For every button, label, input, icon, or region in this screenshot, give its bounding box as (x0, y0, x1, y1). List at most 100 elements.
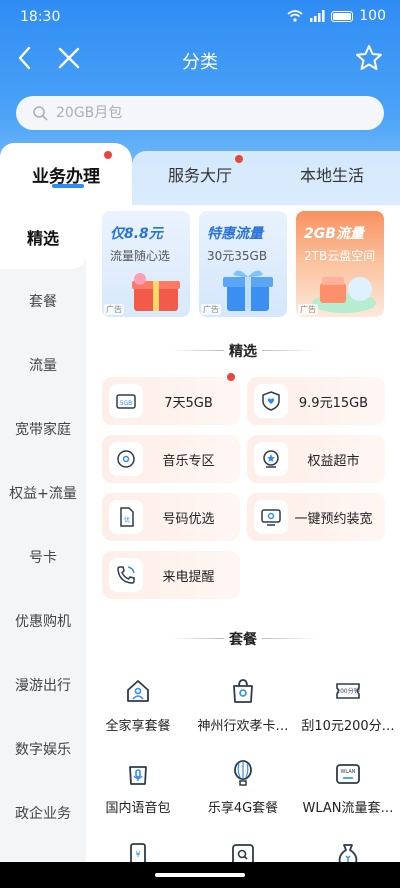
signal-icon (310, 10, 325, 22)
plan-item-wlan[interactable]: WLAN WLAN流量套… (296, 759, 400, 829)
5gb-card-icon: 5GB (109, 384, 143, 418)
featured-item-99-15gb[interactable]: 9.9元15GB (247, 377, 385, 425)
tab-local-life[interactable]: 本地生活 (282, 143, 382, 205)
banner-subtitle: 30元35GB (207, 249, 268, 263)
sidebar-item-sim-cards[interactable]: 号卡 (0, 525, 86, 589)
sidebar-item-broadband[interactable]: 宽带家庭 (0, 397, 86, 461)
star-box-icon (254, 442, 288, 476)
search-input[interactable] (56, 105, 336, 121)
banner-subtitle: 2TB云盘空间 (304, 249, 376, 263)
plan-item-voice[interactable]: 国内语音包 (86, 759, 190, 829)
svg-text:¥: ¥ (135, 850, 140, 859)
status-bar: 18:30 100 (0, 0, 400, 34)
music-disc-icon (109, 442, 143, 476)
phone-ring-icon (109, 558, 143, 592)
featured-item-label: 一键预约装宽 (294, 511, 373, 527)
header-background: 18:30 100 分类 业务办理 服务大厅 本地生活 (0, 0, 400, 205)
featured-item-benefits-market[interactable]: 权益超市 (247, 435, 385, 483)
ad-tag: 广告 (298, 304, 318, 315)
main-panel: 仅8.8元 流量随心选 广告 特惠流量 30元35GB 广告 2GB流量 2TB… (86, 205, 400, 869)
featured-item-music[interactable]: 音乐专区 (102, 435, 240, 483)
tab-business[interactable]: 业务办理 (0, 143, 132, 205)
banner-title: 仅8.8元 (110, 226, 163, 242)
cloud-mascot-illustration (312, 277, 376, 313)
featured-item-label: 音乐专区 (162, 453, 215, 469)
home-indicator-bar (0, 862, 400, 888)
wifi-icon (287, 10, 303, 22)
plans-section-title: 套餐 (86, 629, 400, 649)
gift-bag-icon (233, 679, 253, 703)
banner-cloud-storage[interactable]: 2GB流量 2TB云盘空间 广告 (296, 211, 384, 317)
ad-tag: 广告 (201, 304, 221, 315)
plan-item-shenzhouxing[interactable]: 神州行欢孝卡… (191, 677, 295, 747)
ad-tag: 广告 (104, 304, 124, 315)
plan-item-scratch[interactable]: 200分钟 刮10元200分… (296, 677, 400, 747)
tv-monitor-icon (254, 500, 288, 534)
tab-underline (52, 184, 84, 188)
sim-card-icon: 优 (109, 500, 143, 534)
featured-item-broadband-booking[interactable]: 一键预约装宽 (247, 493, 385, 541)
wlan-box-icon: WLAN (336, 764, 360, 784)
featured-item-call-reminder[interactable]: 来电提醒 (102, 551, 240, 599)
content-area: 精选 套餐 流量 宽带家庭 权益+流量 号卡 优惠购机 漫游出行 数字娱乐 政企… (0, 205, 400, 869)
sidebar-item-data[interactable]: 流量 (0, 333, 86, 397)
category-tabs: 业务办理 服务大厅 本地生活 (0, 143, 400, 205)
battery-level: 100 (359, 8, 386, 24)
sidebar-item-phone-deals[interactable]: 优惠购机 (0, 589, 86, 653)
search-bar[interactable] (16, 96, 384, 130)
ticket-icon: 200分钟 (336, 683, 360, 699)
plan-item-family[interactable]: 全家享套餐 (86, 677, 190, 747)
featured-item-dot (227, 373, 235, 381)
featured-item-label: 权益超市 (307, 453, 360, 469)
plan-item-label: 刮10元200分… (301, 719, 395, 734)
svg-text:WLAN: WLAN (340, 769, 355, 775)
sidebar-item-benefits[interactable]: 权益+流量 (0, 461, 86, 525)
family-home-icon (127, 680, 149, 702)
tab-service-hall-label: 服务大厅 (167, 166, 232, 185)
sidebar-item-featured[interactable]: 精选 (0, 205, 86, 269)
banner-flow-88[interactable]: 仅8.8元 流量随心选 广告 (102, 211, 190, 317)
tab-service-hall-dot (235, 155, 243, 163)
tab-business-dot (104, 151, 112, 159)
status-icons: 100 (287, 8, 386, 24)
featured-item-label: 7天5GB (164, 395, 213, 411)
heart-shield-icon (254, 384, 288, 418)
search-icon (33, 106, 48, 121)
tab-service-hall[interactable]: 服务大厅 (150, 143, 250, 205)
balloon-icon (234, 760, 252, 786)
featured-item-label: 号码优选 (162, 511, 215, 527)
banner-subtitle: 流量随心选 (110, 249, 171, 263)
svg-text:200分钟: 200分钟 (336, 687, 359, 695)
featured-item-7day-5gb[interactable]: 5GB 7天5GB (102, 373, 240, 425)
svg-text:优: 优 (124, 516, 130, 524)
banner-special-data[interactable]: 特惠流量 30元35GB 广告 (199, 211, 287, 317)
star-icon[interactable] (354, 43, 384, 73)
home-indicator[interactable] (155, 873, 245, 877)
nav-bar: 分类 (0, 38, 400, 80)
sidebar-item-entertainment[interactable]: 数字娱乐 (0, 717, 86, 781)
banner-title: 2GB流量 (304, 226, 364, 242)
plan-item-label: WLAN流量套… (302, 801, 394, 816)
sidebar-item-enterprise[interactable]: 政企业务 (0, 781, 86, 845)
gift-box-illustration (132, 273, 180, 311)
featured-item-label: 来电提醒 (162, 569, 215, 585)
blue-gift-illustration (223, 270, 273, 311)
banner-title: 特惠流量 (207, 226, 263, 242)
tab-business-label: 业务办理 (32, 166, 100, 187)
featured-section-title: 精选 (86, 341, 400, 361)
featured-item-number-select[interactable]: 优 号码优选 (102, 493, 240, 541)
status-time: 18:30 (20, 9, 61, 25)
plan-item-4g[interactable]: 乐享4G套餐 (191, 759, 295, 829)
plan-item-label: 乐享4G套餐 (207, 801, 279, 816)
tab-local-life-label: 本地生活 (299, 166, 364, 185)
plan-item-label: 神州行欢孝卡… (197, 719, 289, 734)
svg-text:5GB: 5GB (120, 400, 133, 407)
plan-item-label: 国内语音包 (105, 801, 171, 816)
page-title: 分类 (182, 52, 218, 73)
sidebar: 精选 套餐 流量 宽带家庭 权益+流量 号卡 优惠购机 漫游出行 数字娱乐 政企… (0, 205, 86, 862)
voice-bag-icon (129, 766, 147, 785)
plan-item-label: 全家享套餐 (105, 719, 171, 734)
sidebar-item-plans[interactable]: 套餐 (0, 269, 86, 333)
sidebar-item-roaming[interactable]: 漫游出行 (0, 653, 86, 717)
featured-item-label: 9.9元15GB (298, 395, 369, 411)
